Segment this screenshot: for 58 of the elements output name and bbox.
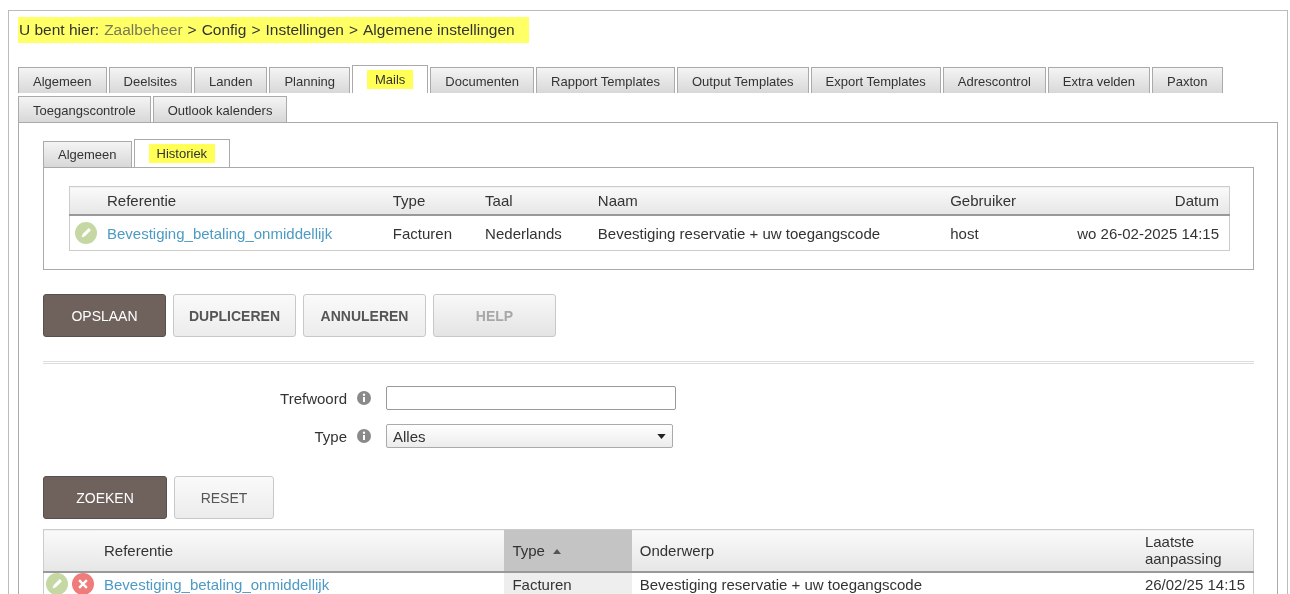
tab[interactable]: Toegangscontrole xyxy=(18,96,151,122)
table-cell: wo 26-02-2025 14:15 xyxy=(1077,224,1219,242)
column-header: Type xyxy=(382,186,476,215)
table-cell: Facturen xyxy=(392,224,452,242)
keyword-field[interactable] xyxy=(386,386,676,410)
edit-icon[interactable] xyxy=(75,222,97,244)
tab[interactable]: Outlook kalenders xyxy=(152,96,288,122)
tab[interactable]: Algemeen xyxy=(18,67,107,93)
table-cell: Bevestiging reservatie + uw toegangscode xyxy=(639,575,923,593)
action-button[interactable]: OPSLAAN xyxy=(43,294,166,337)
table-cell: Bevestiging reservatie + uw toegangscode xyxy=(597,224,881,242)
caret-icon xyxy=(657,433,666,439)
edit-icon[interactable] xyxy=(46,573,68,594)
tab[interactable]: Planning xyxy=(269,67,350,93)
info-icon[interactable] xyxy=(357,429,371,443)
tab[interactable]: Adrescontrol xyxy=(942,67,1046,93)
action-button[interactable]: DUPLICEREN xyxy=(173,294,296,337)
column-header[interactable]: Referentie xyxy=(96,529,505,572)
delete-icon[interactable] xyxy=(72,573,94,594)
tab[interactable]: Mails xyxy=(352,65,429,93)
tab[interactable]: Documenten xyxy=(430,67,535,93)
tab[interactable]: Paxton xyxy=(1152,67,1223,93)
tab[interactable]: Extra velden xyxy=(1047,67,1151,93)
info-icon[interactable] xyxy=(357,391,371,405)
table-cell: 26/02/25 14:15 xyxy=(1144,575,1245,593)
breadcrumb-separator: > xyxy=(187,21,197,39)
breadcrumb-item: Algemene instellingen xyxy=(363,21,515,39)
search-button[interactable]: ZOEKEN xyxy=(43,476,167,519)
tab[interactable]: Rapport Templates xyxy=(536,67,675,93)
type-dropdown[interactable]: Alles xyxy=(386,424,673,448)
table-cell: Facturen xyxy=(512,575,572,593)
field-label: Type xyxy=(313,427,347,445)
search-button[interactable]: RESET xyxy=(174,476,274,519)
breadcrumb-link[interactable]: Zaalbeheer xyxy=(104,21,183,39)
breadcrumb-separator: > xyxy=(348,21,358,39)
tab[interactable]: Export Templates xyxy=(810,67,941,93)
column-header[interactable]: Type xyxy=(504,529,632,572)
column-header[interactable]: Onderwerp xyxy=(631,529,1137,572)
tab[interactable]: Algemeen xyxy=(43,141,132,167)
field-label: Trefwoord xyxy=(279,389,347,407)
tab[interactable]: Landen xyxy=(194,67,268,93)
breadcrumb-item: Config xyxy=(201,21,247,39)
column-header[interactable]: Laatste aanpassing xyxy=(1136,529,1254,572)
action-button[interactable]: ANNULEREN xyxy=(303,294,426,337)
column-header: Gebruiker xyxy=(940,186,1041,215)
breadcrumb-separator: > xyxy=(251,21,261,39)
column-header: Naam xyxy=(587,186,941,215)
column-header: Referentie xyxy=(97,186,383,215)
column-header: Taal xyxy=(475,186,588,215)
sort-ascending-icon xyxy=(552,549,561,555)
column-header: Datum xyxy=(1040,186,1230,215)
tab[interactable]: Historiek xyxy=(133,139,231,167)
breadcrumb-label: U bent hier: xyxy=(19,21,100,39)
tab[interactable]: Deelsites xyxy=(108,67,192,93)
tab[interactable]: Output Templates xyxy=(676,67,809,93)
table-cell: Nederlands xyxy=(485,224,562,242)
table-cell: host xyxy=(950,224,979,242)
breadcrumb-item: Instellingen xyxy=(265,21,344,39)
